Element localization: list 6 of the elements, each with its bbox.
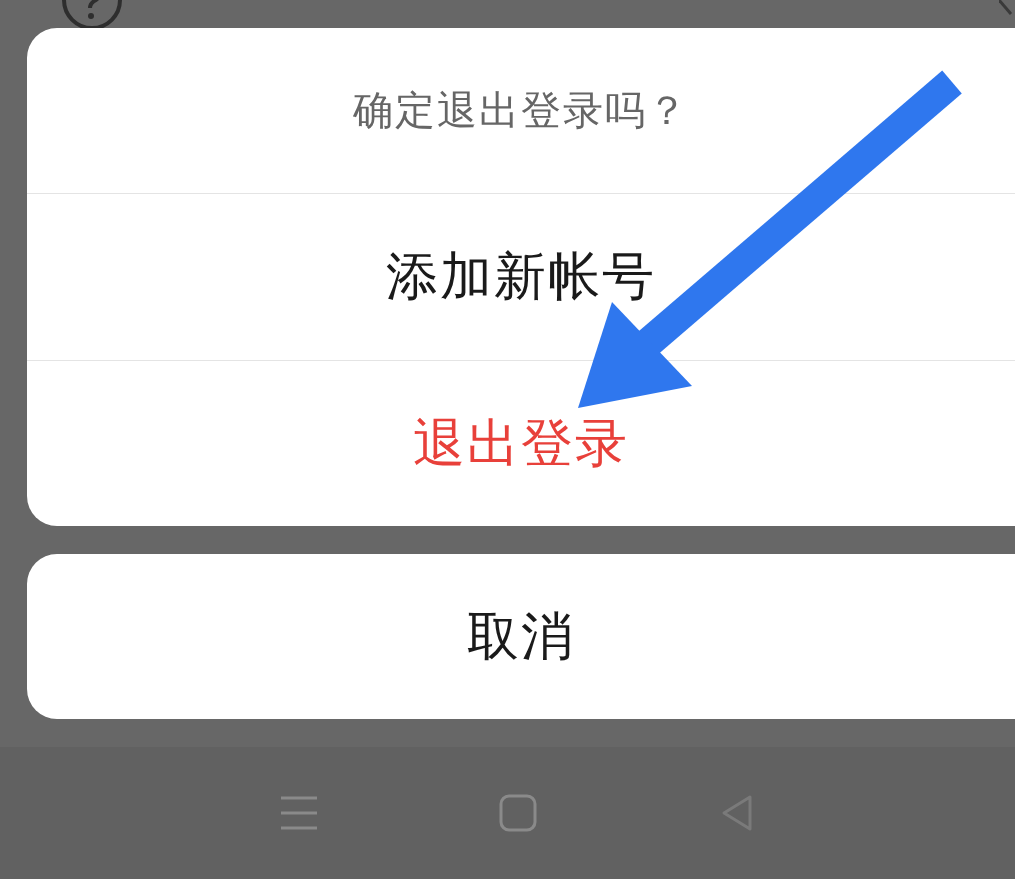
dialog-option[interactable]: 添加新帐号 [27,194,1015,360]
cancel-button[interactable]: 取消 [27,554,1015,719]
help-icon [60,0,124,30]
menu-icon[interactable] [281,796,318,830]
dialog-title: 确定退出登录吗？ [27,28,1015,194]
home-icon[interactable] [499,794,538,832]
